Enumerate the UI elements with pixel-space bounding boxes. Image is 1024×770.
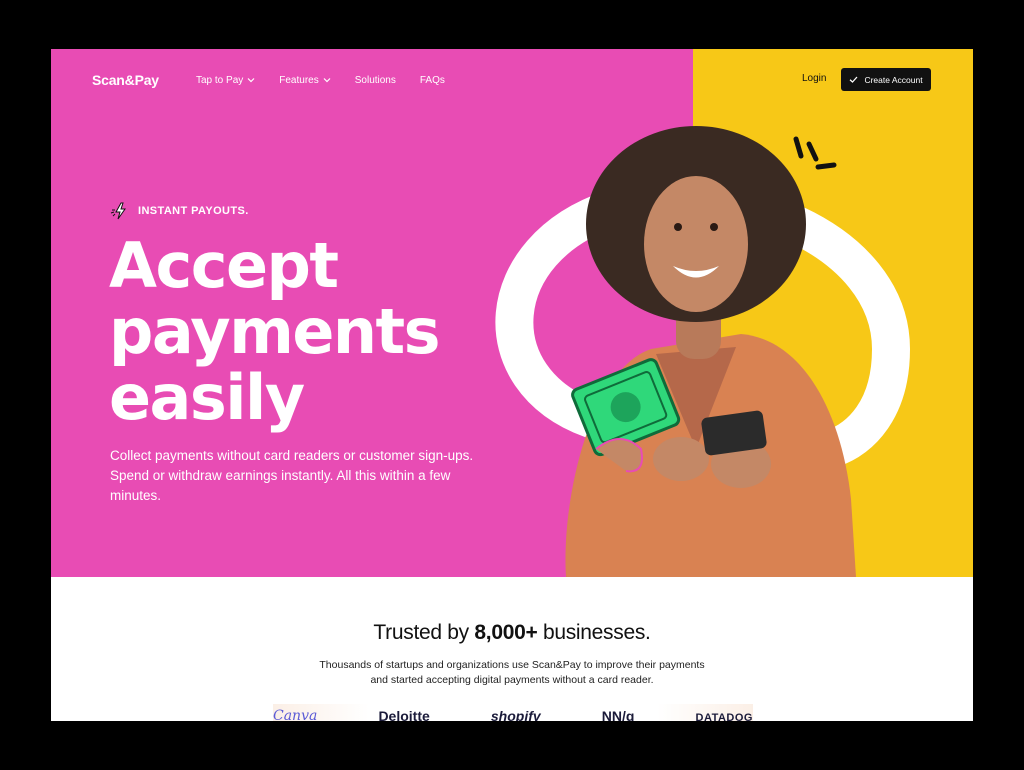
lightning-icon [110, 202, 126, 220]
trusted-count: 8,000+ [474, 621, 538, 644]
check-icon [850, 76, 858, 83]
hero-section: Scan&Pay Tap to Pay Features Solutions F… [51, 49, 973, 577]
trusted-prefix: Trusted by [373, 621, 469, 644]
person-face [644, 176, 748, 312]
create-account-label: Create Account [864, 74, 923, 85]
create-account-button[interactable]: Create Account [841, 68, 931, 91]
nav-item-label: Tap to Pay [196, 74, 244, 86]
nav-item-label: FAQs [419, 74, 445, 86]
chevron-down-icon [247, 78, 255, 83]
partner-logo-datadog: DATADOG [695, 712, 753, 721]
trusted-suffix: businesses. [542, 621, 651, 644]
hero-headline: Accept payments easily [109, 229, 441, 434]
partner-logo-shopify: shopify [490, 708, 541, 721]
headline-line: payments [109, 295, 441, 368]
hero-subtext: Collect payments without card readers or… [110, 448, 474, 503]
chevron-down-icon [323, 78, 331, 83]
trusted-heading: Trusted by 8,000+ businesses. [51, 621, 973, 645]
nav-item-features[interactable]: Features [279, 73, 331, 87]
partner-logo-nng: NN/g [601, 708, 635, 721]
trusted-sub-line: Thousands of startups and organizations … [319, 659, 705, 671]
login-link[interactable]: Login [802, 73, 826, 84]
nav-item-solutions[interactable]: Solutions [355, 73, 396, 87]
partner-logo-canva: Canva [273, 708, 318, 721]
headline-line: easily [109, 361, 305, 434]
trusted-subtext: Thousands of startups and organizations … [51, 658, 973, 688]
spark-decoration [793, 136, 837, 170]
main-nav: Tap to Pay Features Solutions FAQs [196, 73, 469, 87]
badge-label: INSTANT PAYOUTS. [138, 205, 249, 217]
nav-item-label: Solutions [354, 74, 396, 86]
nav-item-label: Features [279, 74, 319, 86]
browser-viewport: Scan&Pay Tap to Pay Features Solutions F… [51, 49, 973, 721]
hero-illustration [495, 126, 911, 577]
nav-item-faqs[interactable]: FAQs [420, 73, 445, 87]
nav-item-tap-to-pay[interactable]: Tap to Pay [196, 73, 255, 87]
partner-logo-deloitte: Deloitte [378, 708, 430, 721]
site-logo[interactable]: Scan&Pay [92, 72, 159, 88]
trusted-sub-line: and started accepting digital payments w… [370, 674, 654, 686]
headline-line: Accept [109, 229, 339, 302]
instant-payouts-badge: INSTANT PAYOUTS. [110, 202, 249, 220]
partner-logos: Canva Deloitte shopify NN/g DATADOG [273, 704, 753, 721]
